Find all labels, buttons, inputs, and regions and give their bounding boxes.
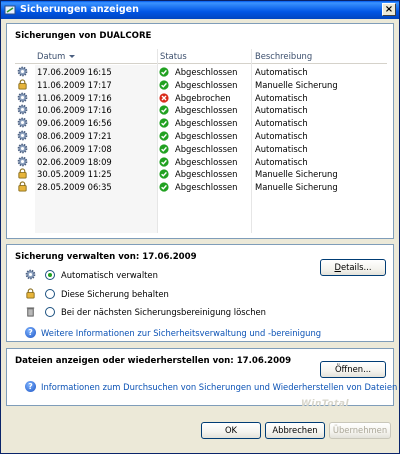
column-header-status[interactable]: Status [160, 51, 187, 61]
check-icon [159, 144, 169, 154]
files-panel: Dateien anzeigen oder wiederherstellen v… [6, 348, 397, 406]
help-icon: ? [25, 327, 36, 338]
row-date: 09.06.2009 16:56 [37, 118, 112, 129]
row-date: 11.06.2009 17:17 [37, 79, 112, 90]
option-delete-label: Bei der nächsten Sicherungsbereinigung l… [61, 307, 266, 317]
apply-button[interactable]: Übernehmen [329, 422, 391, 439]
cancel-button[interactable]: Abbrechen [265, 422, 325, 439]
row-date: 11.06.2009 17:16 [37, 92, 112, 103]
help-icon: ? [25, 381, 36, 392]
radio-auto[interactable] [45, 270, 55, 280]
window-title: Sicherungen anzeigen [20, 4, 139, 15]
list-header: Datum Status Beschreibung [15, 49, 387, 64]
table-row[interactable]: 17.06.2009 16:15 Abgeschlossen Automatisch [15, 66, 387, 78]
row-status: Abgeschlossen [175, 67, 238, 77]
table-row[interactable]: 11.06.2009 17:17 Abgeschlossen Manuelle Si… [15, 79, 387, 91]
row-date: 06.06.2009 17:08 [37, 143, 112, 154]
check-icon [159, 169, 169, 179]
table-row[interactable]: 11.06.2009 17:16 Abgebrochen Automatisch [15, 92, 387, 104]
row-status: Abgeschlossen [175, 143, 238, 154]
row-date: 30.05.2009 11:25 [37, 169, 112, 180]
row-description: Automatisch [255, 67, 308, 77]
files-info-link[interactable]: Informationen zum Durchsuchen von Sicher… [41, 382, 397, 392]
gear-icon [17, 105, 28, 115]
check-icon [159, 156, 169, 167]
table-row[interactable]: 09.06.2009 16:56 Abgeschlossen Automatisch [15, 117, 387, 129]
error-icon [159, 92, 169, 103]
gear-icon [17, 117, 28, 128]
lock-icon [18, 79, 27, 90]
title-bar[interactable]: Sicherungen anzeigen × [1, 1, 399, 19]
backups-heading: Sicherungen von DUALCORE [15, 31, 152, 41]
lock-icon [26, 288, 35, 299]
gear-icon [17, 66, 28, 77]
gear-icon [17, 92, 28, 102]
column-header-description[interactable]: Beschreibung [255, 51, 312, 61]
backup-list[interactable]: Datum Status Beschreibung 17.06.2009 16:… [15, 49, 387, 233]
row-status: Abgeschlossen [175, 118, 238, 129]
gear-icon [17, 130, 28, 141]
row-status: Abgeschlossen [175, 169, 238, 180]
check-icon [159, 80, 169, 90]
row-status: Abgeschlossen [175, 131, 238, 141]
row-status: Abgeschlossen [175, 182, 238, 193]
table-row[interactable]: 06.06.2009 17:08 Abgeschlossen Automatisch [15, 143, 387, 155]
row-description: Manuelle Sicherung [255, 169, 338, 180]
row-status: Abgeschlossen [175, 105, 238, 116]
sort-down-icon [69, 55, 76, 58]
row-description: Automatisch [255, 131, 308, 141]
lock-icon [18, 181, 27, 192]
check-icon [159, 131, 169, 141]
row-description: Manuelle Sicherung [255, 79, 338, 90]
trash-icon [26, 307, 35, 317]
close-button[interactable]: × [382, 3, 396, 16]
lock-icon [18, 168, 27, 179]
backup-window: Sicherungen anzeigen × Sicherungen von D… [0, 0, 400, 454]
row-description: Automatisch [255, 92, 308, 103]
row-description: Automatisch [255, 156, 308, 167]
check-icon [159, 67, 169, 77]
table-row[interactable]: 08.06.2009 17:21 Abgeschlossen Automatisch [15, 130, 387, 142]
row-status: Abgebrochen [175, 92, 231, 103]
manage-panel: Sicherung verwalten von: 17.06.2009 Deta… [6, 244, 394, 342]
gear-icon [25, 269, 36, 280]
gear-icon [17, 143, 28, 154]
row-status: Abgeschlossen [175, 79, 238, 90]
row-date: 28.05.2009 06:35 [37, 182, 112, 193]
table-row[interactable]: 28.05.2009 06:35 Abgeschlossen Manuelle Si… [15, 181, 387, 193]
radio-keep[interactable] [45, 289, 55, 299]
manage-heading: Sicherung verwalten von: 17.06.2009 [15, 252, 197, 262]
row-date: 10.06.2009 17:16 [37, 105, 112, 116]
row-description: Automatisch [255, 143, 308, 154]
backups-panel: Sicherungen von DUALCORE Datum Status Be… [6, 23, 394, 239]
gear-icon [17, 156, 28, 166]
files-heading: Dateien anzeigen oder wiederherstellen v… [15, 356, 292, 366]
option-auto-label: Automatisch verwalten [61, 270, 158, 280]
check-icon [159, 105, 169, 115]
row-date: 02.06.2009 18:09 [37, 156, 112, 167]
open-button[interactable]: Öffnen... [320, 361, 386, 378]
radio-delete[interactable] [45, 307, 55, 317]
option-keep-label: Diese Sicherung behalten [61, 289, 169, 299]
check-icon [159, 182, 169, 192]
backup-app-icon [4, 5, 16, 15]
row-description: Automatisch [255, 118, 308, 129]
row-status: Abgeschlossen [175, 156, 238, 167]
table-row[interactable]: 30.05.2009 11:25 Abgeschlossen Manuelle Si… [15, 168, 387, 180]
ok-button[interactable]: OK [201, 422, 261, 439]
manage-info-link[interactable]: Weitere Informationen zur Sicherheitsver… [41, 328, 321, 338]
details-label: etails... [340, 262, 372, 272]
details-button[interactable]: Details... [320, 259, 386, 276]
check-icon [159, 118, 169, 128]
table-row[interactable]: 10.06.2009 17:16 Abgeschlossen Automatisch [15, 104, 387, 116]
row-date: 08.06.2009 17:21 [37, 131, 112, 141]
watermark-logo: WinTotal [301, 399, 350, 409]
column-header-date[interactable]: Datum [37, 51, 76, 61]
row-description: Manuelle Sicherung [255, 182, 338, 193]
row-date: 17.06.2009 16:15 [37, 67, 112, 77]
table-row[interactable]: 02.06.2009 18:09 Abgeschlossen Automatisch [15, 156, 387, 168]
row-description: Automatisch [255, 105, 308, 116]
